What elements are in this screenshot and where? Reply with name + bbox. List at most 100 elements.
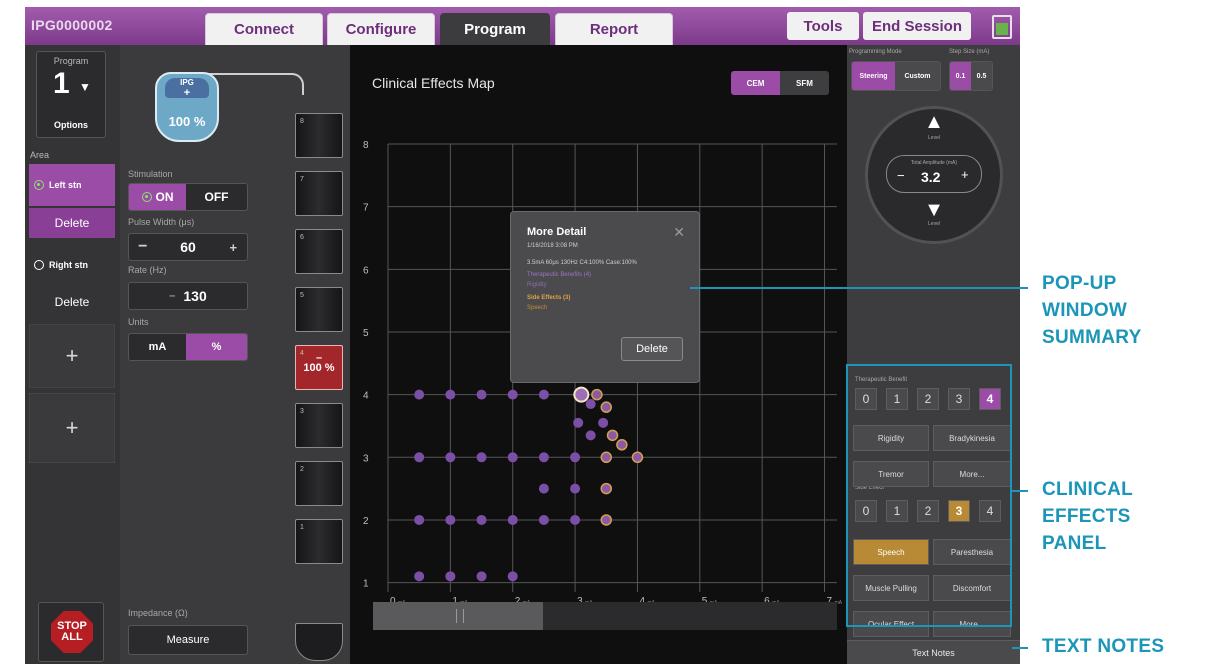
steering-button[interactable]: Steering bbox=[852, 62, 896, 90]
rate-field[interactable]: – 130 bbox=[128, 282, 248, 310]
tools-button[interactable]: Tools bbox=[787, 12, 859, 40]
popup-benefits-title: Therapeutic Benefits (4) bbox=[527, 272, 592, 278]
amp-plus[interactable]: + bbox=[961, 167, 969, 182]
app-root: IPG0000002 Connect Configure Program Rep… bbox=[0, 0, 1215, 664]
lead-contact-3[interactable]: 3 bbox=[295, 403, 343, 448]
area-left-delete-button[interactable]: Delete bbox=[29, 208, 115, 238]
popup-callout-line2: WINDOW bbox=[1042, 300, 1128, 321]
top-bar: IPG0000002 Connect Configure Program Rep… bbox=[25, 7, 1020, 45]
stim-on-button[interactable]: ON bbox=[129, 184, 187, 210]
end-session-button[interactable]: End Session bbox=[863, 12, 971, 40]
amp-minus[interactable]: − bbox=[897, 168, 905, 183]
units-ma-button[interactable]: mA bbox=[129, 334, 186, 360]
step-large-button[interactable]: 0.5 bbox=[971, 62, 992, 90]
step-size-toggle[interactable]: 0.1 0.5 bbox=[949, 61, 993, 91]
stop-all-button[interactable]: STOP ALL bbox=[38, 602, 104, 662]
stimulation-panel: IPG + 100 % Stimulation ON OFF Pulse Wid… bbox=[120, 45, 350, 664]
custom-button[interactable]: Custom bbox=[895, 62, 940, 90]
amplitude-stepper[interactable]: Total Amplitude (mA) − 3.2 + bbox=[886, 155, 982, 193]
tab-connect[interactable]: Connect bbox=[205, 13, 323, 45]
lead-tip bbox=[295, 623, 343, 661]
level-up-arrow-icon[interactable]: ▲ bbox=[868, 111, 1000, 134]
pulse-width-value[interactable]: 60 bbox=[157, 234, 220, 260]
radio-selected-icon bbox=[34, 180, 44, 190]
selected-point bbox=[573, 386, 590, 403]
ipg-icon[interactable]: IPG + 100 % bbox=[155, 72, 219, 142]
lead-contact-6[interactable]: 6 bbox=[295, 229, 343, 274]
data-point bbox=[414, 389, 425, 400]
data-point bbox=[476, 514, 487, 525]
panel-callout-line1: CLINICAL bbox=[1042, 479, 1134, 500]
data-point bbox=[616, 439, 628, 451]
lead-contact-8[interactable]: 8 bbox=[295, 113, 343, 158]
popup-window: More Detail ✕ 1/16/2018 3:08 PM 3.5mA 60… bbox=[510, 211, 700, 383]
popup-title: More Detail bbox=[527, 226, 587, 238]
text-notes-button[interactable]: Text Notes bbox=[847, 640, 1020, 664]
impedance-label: Impedance (Ω) bbox=[128, 608, 188, 618]
y-tick-label: 6 bbox=[363, 265, 369, 276]
caret-down-icon: ▼ bbox=[79, 80, 91, 94]
pulse-width-minus[interactable]: − bbox=[129, 234, 157, 260]
pulse-width-plus[interactable]: + bbox=[219, 234, 247, 260]
tab-report[interactable]: Report bbox=[555, 13, 673, 45]
contact-number: 1 bbox=[300, 524, 304, 531]
data-point bbox=[573, 417, 584, 428]
contact-number: 3 bbox=[300, 408, 304, 415]
step-small-button[interactable]: 0.1 bbox=[950, 62, 971, 90]
units-pct-button[interactable]: % bbox=[186, 334, 247, 360]
y-tick-label: 5 bbox=[363, 328, 369, 339]
amplitude-dial: ▲ Level Total Amplitude (mA) − 3.2 + ▼ L… bbox=[865, 106, 1003, 244]
data-point bbox=[507, 452, 518, 463]
contact-number: 5 bbox=[300, 292, 304, 299]
battery-icon bbox=[992, 15, 1012, 39]
data-point bbox=[598, 417, 609, 428]
data-point bbox=[445, 571, 456, 582]
level-down-arrow-icon[interactable]: ▼ bbox=[868, 199, 1000, 222]
stimulation-toggle[interactable]: ON OFF bbox=[128, 183, 248, 211]
measure-button[interactable]: Measure bbox=[128, 625, 248, 655]
add-area-button[interactable]: + bbox=[29, 324, 115, 388]
programming-mode-label: Programming Mode bbox=[849, 49, 902, 55]
units-label: Units bbox=[128, 317, 149, 327]
lead-contact-4[interactable]: 4–100 % bbox=[295, 345, 343, 390]
data-point bbox=[570, 514, 581, 525]
close-icon[interactable]: ✕ bbox=[673, 224, 685, 241]
data-point bbox=[538, 483, 549, 494]
radio-unselected-icon bbox=[34, 260, 44, 270]
program-selector[interactable]: Program 1 ▼ Options bbox=[36, 51, 106, 138]
popup-delete-button[interactable]: Delete bbox=[621, 337, 683, 361]
data-point bbox=[445, 389, 456, 400]
y-tick-label: 1 bbox=[363, 579, 369, 590]
rate-value[interactable]: – 130 bbox=[129, 283, 247, 309]
area-right-delete-button[interactable]: Delete bbox=[29, 286, 115, 318]
programming-mode-toggle[interactable]: Steering Custom bbox=[851, 61, 941, 91]
level-up-label: Level bbox=[928, 135, 940, 141]
popup-side-title: Side Effects (3) bbox=[527, 295, 571, 301]
data-point bbox=[585, 399, 596, 410]
notes-callout: TEXT NOTES bbox=[1042, 636, 1165, 657]
lead-contact-2[interactable]: 2 bbox=[295, 461, 343, 506]
stim-off-button[interactable]: OFF bbox=[186, 184, 247, 210]
data-point bbox=[507, 571, 518, 582]
lead-contact-1[interactable]: 1 bbox=[295, 519, 343, 564]
lead-contact-7[interactable]: 7 bbox=[295, 171, 343, 216]
notes-callout-line bbox=[1012, 647, 1028, 649]
pulse-width-stepper[interactable]: − 60 + bbox=[128, 233, 248, 261]
data-point bbox=[507, 389, 518, 400]
popup-settings: 3.5mA 60μs 130Hz C4:100% Case:100% bbox=[527, 260, 637, 266]
chart-pane: Clinical Effects Map CEM SFM 0mA1mA2mA3m… bbox=[350, 45, 847, 664]
tab-configure[interactable]: Configure bbox=[327, 13, 435, 45]
area-right-select[interactable]: Right stn bbox=[29, 244, 115, 286]
tab-program[interactable]: Program bbox=[440, 13, 550, 45]
units-toggle[interactable]: mA % bbox=[128, 333, 248, 361]
y-tick-label: 4 bbox=[363, 391, 369, 402]
pulse-width-label: Pulse Width (μs) bbox=[128, 217, 195, 227]
data-point bbox=[538, 452, 549, 463]
lead-contact-5[interactable]: 5 bbox=[295, 287, 343, 332]
contact-percent: –100 % bbox=[303, 352, 335, 375]
options-label[interactable]: Options bbox=[37, 120, 105, 130]
y-tick-label: 3 bbox=[363, 453, 369, 464]
add-area-button-2[interactable]: + bbox=[29, 393, 115, 463]
contact-number: 7 bbox=[300, 176, 304, 183]
area-left-select[interactable]: Left stn bbox=[29, 164, 115, 206]
